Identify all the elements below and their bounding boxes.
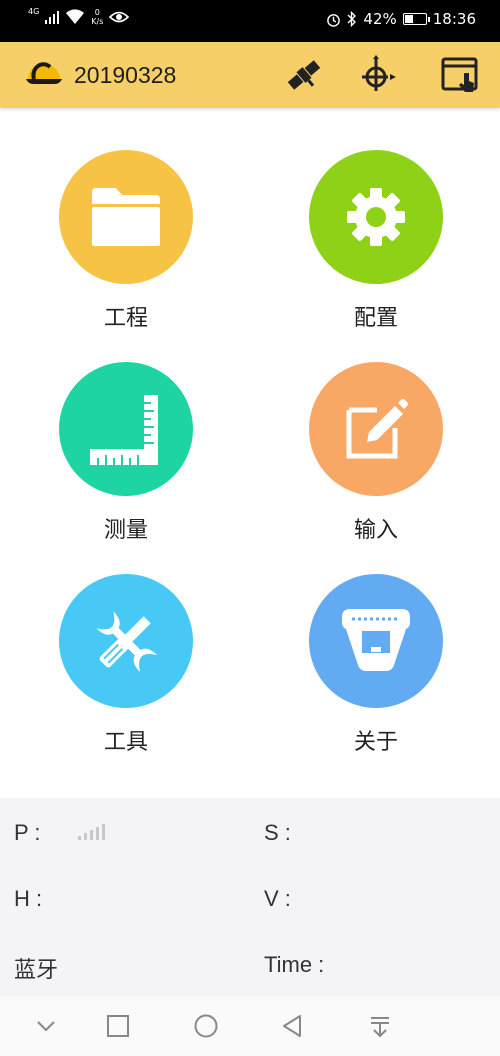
network-speed: 0 K/s <box>91 8 103 26</box>
menu-tile-input[interactable]: 输入 <box>296 362 456 552</box>
time-label: Time : <box>264 952 325 977</box>
project-title: 20190328 <box>74 62 177 88</box>
crosshair-button[interactable] <box>358 55 398 95</box>
speed-value: 0 <box>94 8 100 17</box>
menu-label: 配置 <box>353 306 398 331</box>
menu-tile-tools[interactable]: 工具 <box>46 574 206 764</box>
menu-label: 输入 <box>353 518 398 543</box>
network-type: 4G <box>28 6 40 16</box>
navigation-bar <box>0 996 500 1056</box>
notification-pulldown-icon[interactable] <box>364 1010 396 1042</box>
info-panel <box>0 798 500 996</box>
v-label: V : <box>264 886 291 911</box>
wifi-icon <box>66 9 85 24</box>
gear-icon <box>347 188 405 246</box>
status-left: 4G 0 K/s <box>28 6 130 26</box>
input-circle[interactable] <box>309 362 443 496</box>
eye-icon <box>109 11 130 23</box>
window-tap-button[interactable] <box>440 55 480 95</box>
menu-label: 工具 <box>103 730 148 755</box>
project-circle[interactable] <box>59 150 193 284</box>
measure-circle[interactable] <box>59 362 193 496</box>
ruler-icon <box>90 395 158 465</box>
status-bar: 4G 0 K/s 42% 18:36 <box>0 0 500 42</box>
satellite-button[interactable] <box>284 55 324 95</box>
bluetooth-icon <box>347 11 357 27</box>
menu-tile-config[interactable]: 配置 <box>296 150 456 340</box>
tools-circle[interactable] <box>59 574 193 708</box>
signal-bars-icon <box>78 824 105 840</box>
folder-icon <box>92 188 160 246</box>
status-right: 42% 18:36 <box>326 10 476 28</box>
menu-tile-about[interactable]: 关于 <box>296 574 456 764</box>
bluetooth-label: 蓝牙 <box>14 958 59 983</box>
receiver-icon <box>342 609 410 671</box>
menu-tile-project[interactable]: 工程 <box>46 150 206 340</box>
tools-icon <box>96 611 158 673</box>
helmet-logo-icon <box>26 62 62 84</box>
speed-unit: K/s <box>91 17 104 26</box>
battery-percent: 42% <box>363 10 397 28</box>
s-label: S : <box>264 820 291 845</box>
about-circle[interactable] <box>309 574 443 708</box>
back-button[interactable] <box>276 1010 308 1042</box>
chevron-down-icon[interactable] <box>30 1010 62 1042</box>
alarm-icon <box>327 13 341 27</box>
battery-icon <box>402 13 430 25</box>
edit-icon <box>346 399 408 459</box>
config-circle[interactable] <box>309 150 443 284</box>
h-label: H : <box>14 886 43 911</box>
menu-label: 测量 <box>103 518 148 543</box>
clock: 18:36 <box>432 10 476 28</box>
menu-tile-measure[interactable]: 测量 <box>46 362 206 552</box>
menu-label: 关于 <box>353 730 398 755</box>
home-button[interactable] <box>190 1010 222 1042</box>
cell-signal-icon <box>45 10 60 24</box>
menu-label: 工程 <box>103 306 148 331</box>
app-bar: 20190328 <box>0 42 500 108</box>
p-label: P : <box>14 820 41 845</box>
recents-button[interactable] <box>102 1010 134 1042</box>
